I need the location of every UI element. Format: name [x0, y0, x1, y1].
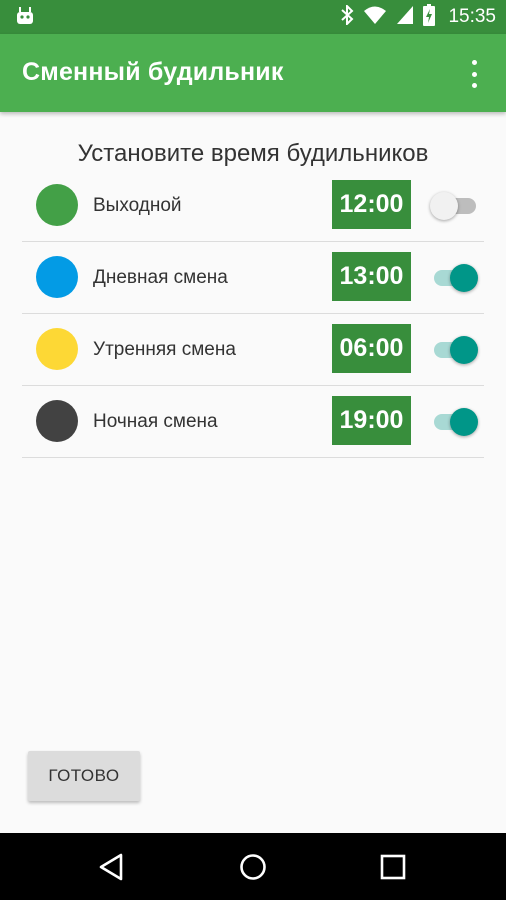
bluetooth-icon — [340, 3, 354, 30]
app-title: Сменный будильник — [22, 58, 284, 86]
time-button[interactable]: 06:00 — [332, 324, 411, 373]
alarm-toggle[interactable] — [430, 262, 480, 292]
status-time: 15:35 — [448, 6, 496, 27]
done-button[interactable]: ГОТОВО — [28, 751, 140, 801]
page-heading: Установите время будильников — [77, 140, 429, 167]
cell-signal-icon — [396, 5, 414, 30]
wifi-icon — [363, 5, 387, 30]
battery-charging-icon — [423, 3, 436, 31]
alarm-toggle[interactable] — [430, 406, 480, 436]
time-button[interactable]: 19:00 — [332, 396, 411, 445]
status-bar: 15:35 — [0, 0, 506, 34]
menu-dot — [471, 83, 477, 88]
time-button[interactable]: 13:00 — [332, 252, 411, 301]
time-button[interactable]: 12:00 — [332, 180, 411, 229]
color-dot[interactable] — [36, 184, 78, 226]
alarm-row-day-off: Выходной 12:00 — [22, 170, 484, 242]
alarm-label: Утренняя смена — [93, 339, 236, 360]
android-icon — [14, 6, 36, 31]
alarm-toggle[interactable] — [430, 190, 480, 220]
nav-bar — [0, 833, 506, 900]
recents-icon[interactable] — [377, 851, 409, 883]
screen: 15:35 Сменный будильник Установите время… — [0, 0, 506, 900]
menu-dot — [471, 71, 477, 77]
alarm-list: Выходной 12:00 Дневная смена 13:00 Утрен… — [22, 170, 484, 458]
alarm-toggle[interactable] — [430, 334, 480, 364]
alarm-label: Выходной — [93, 195, 182, 216]
toggle-thumb — [450, 336, 478, 364]
menu-dot — [471, 60, 477, 65]
overflow-menu-icon[interactable] — [462, 60, 486, 88]
alarm-row-morning-shift: Утренняя смена 06:00 — [22, 314, 484, 386]
home-icon[interactable] — [237, 851, 269, 883]
alarm-row-night-shift: Ночная смена 19:00 — [22, 386, 484, 458]
app-bar: Сменный будильник — [0, 34, 506, 112]
alarm-label: Дневная смена — [93, 267, 228, 288]
color-dot[interactable] — [36, 400, 78, 442]
status-icons: 15:35 — [340, 0, 496, 34]
toggle-thumb — [450, 264, 478, 292]
alarm-row-day-shift: Дневная смена 13:00 — [22, 242, 484, 314]
back-icon[interactable] — [96, 851, 128, 883]
alarm-label: Ночная смена — [93, 411, 218, 432]
color-dot[interactable] — [36, 328, 78, 370]
color-dot[interactable] — [36, 256, 78, 298]
toggle-thumb — [450, 408, 478, 436]
toggle-thumb — [430, 192, 458, 220]
